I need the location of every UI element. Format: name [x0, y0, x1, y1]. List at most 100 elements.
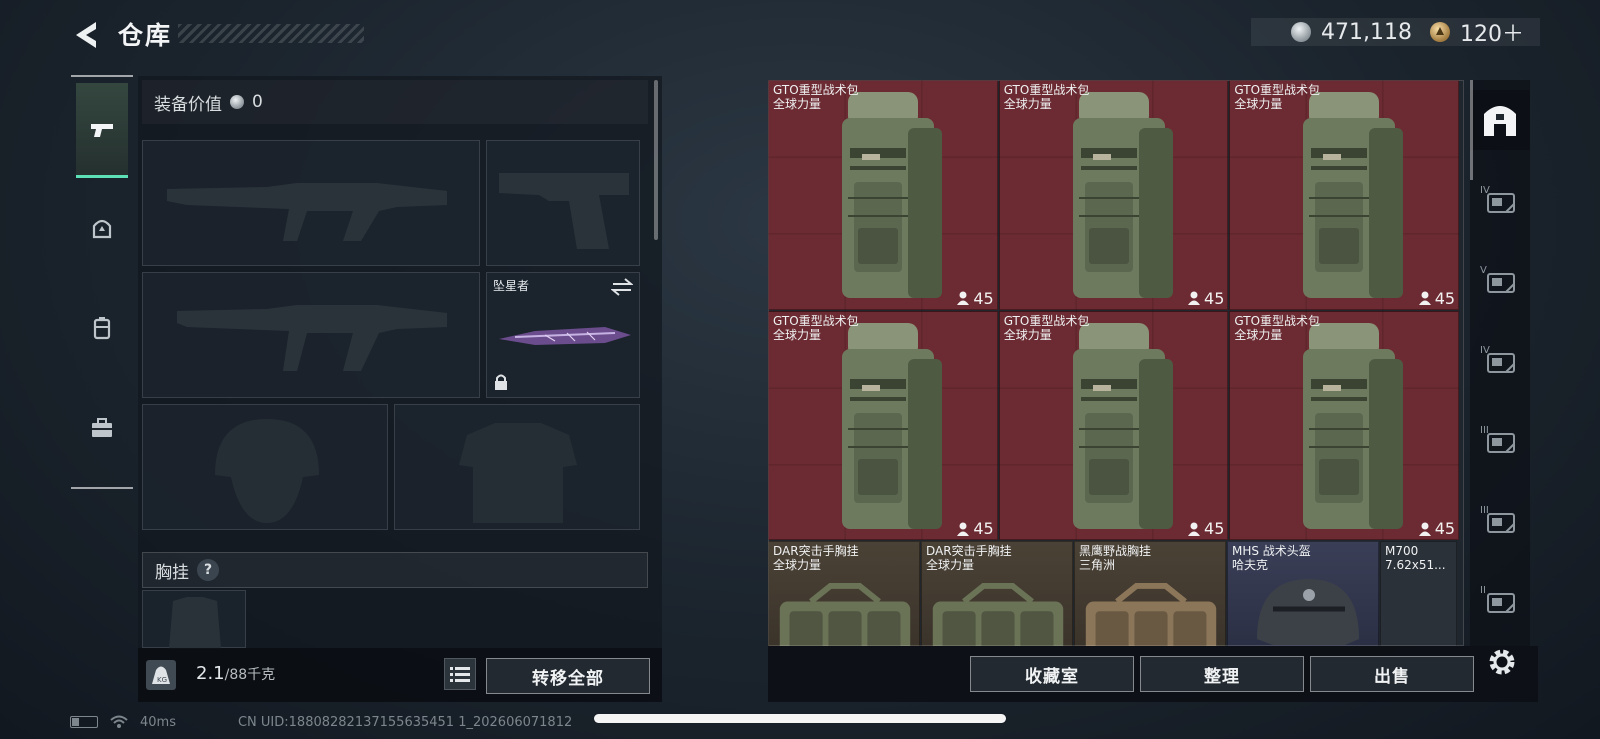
helmet-silhouette-icon	[215, 419, 319, 523]
carry-weight-current: 2.1	[196, 663, 225, 684]
sidearm-slot[interactable]	[486, 140, 640, 266]
body-armor-slot[interactable]	[394, 404, 640, 530]
battery-icon	[70, 716, 98, 728]
backpack-image-icon	[842, 92, 942, 298]
pistol-silhouette-icon	[499, 173, 629, 249]
weapon-tier-icon: III	[1480, 505, 1515, 533]
equipment-value-label: 装备价值	[154, 94, 222, 115]
back-arrow-icon[interactable]	[70, 18, 104, 52]
item-capacity: 45	[1418, 288, 1456, 308]
page-title: 仓库	[118, 21, 173, 50]
loadout-scrollbar[interactable]	[654, 80, 658, 240]
top-bar: 仓库 471,118 120＋	[0, 0, 1600, 70]
nav-tab-armor[interactable]	[71, 178, 133, 278]
backpack-image-icon	[1303, 322, 1404, 529]
stash-item-chest-rig[interactable]: 黑鹰野战胸挂 三角洲	[1074, 541, 1226, 646]
helmet-icon	[92, 219, 112, 239]
item-maker: 全球力量	[773, 327, 822, 342]
helmet-slot[interactable]	[142, 404, 388, 530]
item-capacity-value: 45	[1434, 288, 1456, 308]
item-maker: 三角洲	[1079, 558, 1116, 573]
nav-tab-tools[interactable]	[71, 378, 133, 478]
item-name: 黑鹰野战胸挂	[1079, 544, 1152, 559]
backpack-image-icon	[842, 322, 942, 529]
silver-coin-icon	[1291, 22, 1312, 42]
user-count-icon	[1418, 522, 1431, 536]
chest-rig-image-icon	[932, 583, 1064, 646]
item-name: DAR突击手胸挂	[773, 544, 859, 559]
rail-category-6[interactable]: III	[1470, 490, 1530, 550]
gear-icon[interactable]	[1484, 644, 1520, 680]
item-maker: 全球力量	[1234, 97, 1283, 111]
rail-category-5[interactable]: III	[1470, 410, 1530, 470]
item-maker: 全球力量	[773, 558, 822, 573]
stash-item-backpack[interactable]: GTO重型战术包 全球力量 45	[768, 80, 998, 310]
rail-category-1[interactable]	[1470, 90, 1530, 150]
item-name: M700	[1385, 544, 1419, 559]
loadout-bottom-bar: KG 2.1/88千克 转移全部	[138, 648, 662, 702]
helmet-image-icon	[1257, 579, 1359, 646]
list-icon	[450, 667, 470, 682]
rail-category-7[interactable]: II	[1470, 570, 1530, 630]
stash-item-backpack[interactable]: GTO重型战术包 全球力量 45	[998, 80, 1229, 310]
item-name: GTO重型战术包	[1003, 313, 1090, 328]
list-view-button[interactable]	[444, 658, 476, 690]
item-name: GTO重型战术包	[773, 83, 859, 97]
backpack-image-icon	[1072, 322, 1173, 529]
item-capacity: 45	[1188, 289, 1224, 308]
rig-tier-icon: IV	[1480, 185, 1515, 213]
item-name: GTO重型战术包	[1234, 313, 1321, 328]
user-count-icon	[957, 522, 970, 536]
swap-arrows-icon[interactable]	[611, 277, 633, 297]
wifi-icon	[110, 715, 128, 728]
gold-coin-icon	[1430, 22, 1450, 42]
chest-rig-label: 胸挂	[155, 562, 189, 583]
rail-scrollbar[interactable]	[1470, 80, 1473, 180]
svg-text:KG: KG	[157, 676, 167, 684]
item-capacity-value: 45	[1204, 288, 1225, 308]
rail-category-2[interactable]: IV	[1470, 170, 1530, 230]
title-decoration	[178, 24, 364, 43]
chest-rig-silhouette-icon	[169, 597, 221, 649]
weight-icon: KG	[146, 660, 176, 690]
stash-item-backpack[interactable]: GTO重型战术包 全球力量 45	[998, 310, 1229, 541]
stash-item-backpack[interactable]: GTO重型战术包 全球力量 45	[1229, 80, 1460, 310]
medkit-tier-icon: II	[1480, 585, 1515, 613]
primary-weapon-slot[interactable]	[142, 140, 480, 266]
gold-currency-value[interactable]: 120＋	[1460, 16, 1524, 48]
help-button[interactable]: ?	[192, 554, 224, 586]
backpack-image-icon	[1303, 92, 1404, 298]
stash-item-rifle[interactable]: M700 7.62x51...	[1380, 541, 1457, 646]
item-maker: 全球力量	[773, 97, 822, 111]
item-capacity-value: 45	[1204, 519, 1225, 539]
item-capacity-value: 45	[1434, 519, 1456, 539]
item-maker: 全球力量	[1234, 327, 1283, 342]
toolbox-icon	[92, 418, 112, 437]
rifle-silhouette-icon	[177, 305, 447, 371]
stash-item-helmet[interactable]: MHS 战术头盔 哈夫克	[1227, 541, 1379, 646]
stash-item-backpack[interactable]: GTO重型战术包 全球力量 45	[1229, 310, 1460, 541]
stash-item-chest-rig[interactable]: DAR突击手胸挂 全球力量	[768, 541, 920, 646]
ping-value: 40ms	[140, 714, 176, 730]
left-category-nav	[71, 75, 133, 489]
sort-button[interactable]: 整理	[1140, 656, 1304, 692]
silver-currency-value: 471,118	[1321, 19, 1412, 45]
transfer-all-button[interactable]: 转移全部	[486, 658, 650, 694]
stash-item-backpack[interactable]: GTO重型战术包 全球力量 45	[768, 310, 998, 541]
collection-room-button[interactable]: 收藏室	[970, 656, 1134, 692]
nav-tab-weapons[interactable]	[76, 83, 128, 178]
home-indicator[interactable]	[594, 714, 1006, 723]
item-maker: 7.62x51...	[1385, 558, 1446, 573]
sell-button[interactable]: 出售	[1310, 656, 1474, 692]
nav-tab-backpack[interactable]	[71, 278, 133, 378]
rail-category-4[interactable]: IV	[1470, 330, 1530, 390]
all-items-icon	[1484, 106, 1516, 136]
secondary-weapon-slot[interactable]	[142, 272, 480, 398]
melee-slot[interactable]: 坠星者	[486, 272, 640, 398]
chest-rig-slot[interactable]	[142, 590, 246, 649]
chest-rig-image-icon	[1085, 583, 1217, 646]
rail-category-3[interactable]: V	[1470, 250, 1530, 310]
stash-item-chest-rig[interactable]: DAR突击手胸挂 全球力量	[921, 541, 1073, 646]
user-count-icon	[1188, 291, 1201, 306]
carry-weight-max: /88千克	[224, 667, 276, 683]
